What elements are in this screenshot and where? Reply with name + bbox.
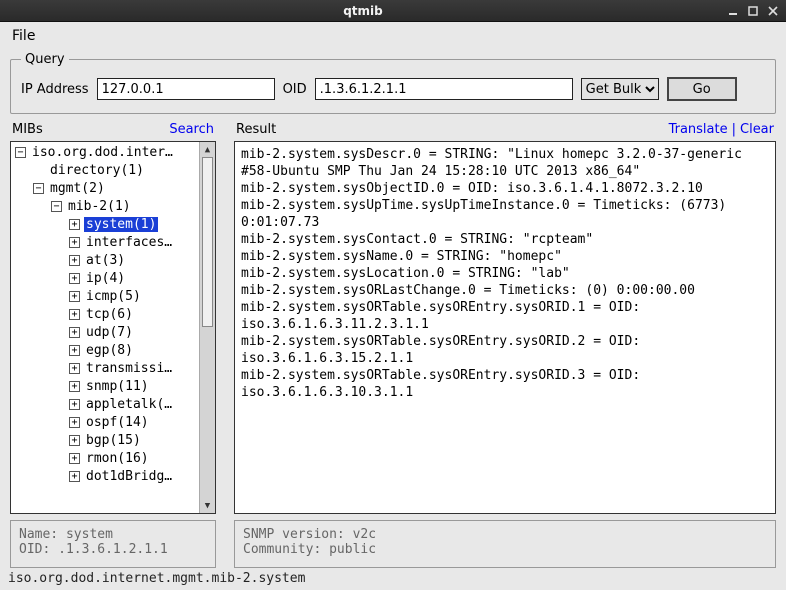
expander-icon[interactable]: + — [69, 363, 80, 374]
tree-node[interactable]: interfaces… — [84, 235, 174, 250]
tree-node[interactable]: bgp(15) — [84, 433, 143, 448]
titlebar: qtmib — [0, 0, 786, 22]
mibs-title: MIBs — [12, 122, 43, 137]
tree-node[interactable]: system(1) — [84, 217, 158, 232]
tree-node[interactable]: icmp(5) — [84, 289, 143, 304]
expander-icon[interactable]: + — [69, 435, 80, 446]
tree-node[interactable]: udp(7) — [84, 325, 135, 340]
expander-icon[interactable]: + — [69, 309, 80, 320]
scroll-down-icon[interactable]: ▼ — [200, 498, 215, 513]
minimize-button[interactable] — [726, 4, 740, 18]
expander-icon[interactable]: + — [69, 327, 80, 338]
expander-icon[interactable]: + — [69, 255, 80, 266]
clear-link[interactable]: Clear — [740, 122, 774, 137]
menubar: File — [0, 22, 786, 46]
expander-icon[interactable]: + — [69, 345, 80, 356]
expander-icon[interactable]: + — [69, 291, 80, 302]
oid-input[interactable] — [315, 78, 573, 100]
tree-node[interactable]: egp(8) — [84, 343, 135, 358]
expander-icon[interactable]: + — [69, 471, 80, 482]
method-select[interactable]: Get Bulk — [581, 78, 659, 100]
search-link[interactable]: Search — [169, 122, 214, 137]
ip-input[interactable] — [97, 78, 275, 100]
expander-icon[interactable]: + — [69, 237, 80, 248]
tree-node-root[interactable]: iso.org.dod.inter… — [30, 145, 175, 160]
node-info-box: Name: system OID: .1.3.6.1.2.1.1 — [10, 520, 216, 568]
result-pane: mib-2.system.sysDescr.0 = STRING: "Linux… — [234, 141, 776, 514]
expander-icon[interactable]: + — [69, 399, 80, 410]
tree-node[interactable]: directory(1) — [48, 163, 146, 178]
tree-node[interactable]: snmp(11) — [84, 379, 151, 394]
expander-icon[interactable]: − — [33, 183, 44, 194]
expander-icon[interactable]: + — [69, 273, 80, 284]
translate-link[interactable]: Translate — [669, 122, 728, 137]
maximize-button[interactable] — [746, 4, 760, 18]
tree-node[interactable]: ospf(14) — [84, 415, 151, 430]
scroll-up-icon[interactable]: ▲ — [200, 142, 215, 157]
expander-icon[interactable]: − — [15, 147, 26, 158]
go-button[interactable]: Go — [667, 77, 737, 101]
tree-node[interactable]: tcp(6) — [84, 307, 135, 322]
expander-icon[interactable]: − — [51, 201, 62, 212]
tree-node[interactable]: ip(4) — [84, 271, 127, 286]
window-title: qtmib — [6, 4, 720, 18]
result-title: Result — [236, 122, 276, 137]
tree-node[interactable]: dot1dBridg… — [84, 469, 174, 484]
query-legend: Query — [21, 52, 69, 67]
result-text[interactable]: mib-2.system.sysDescr.0 = STRING: "Linux… — [241, 146, 769, 509]
snmp-info-box: SNMP version: v2c Community: public — [234, 520, 776, 568]
tree-node[interactable]: mib-2(1) — [66, 199, 133, 214]
tree-node[interactable]: at(3) — [84, 253, 127, 268]
tree-node[interactable]: rmon(16) — [84, 451, 151, 466]
expander-icon[interactable]: + — [69, 219, 80, 230]
oid-label: OID — [283, 82, 307, 97]
expander-icon[interactable]: + — [69, 381, 80, 392]
tree-node[interactable]: transmissi… — [84, 361, 174, 376]
query-group: Query IP Address OID Get Bulk Go — [10, 52, 776, 114]
scroll-thumb[interactable] — [202, 157, 213, 327]
tree-scrollbar[interactable]: ▲ ▼ — [199, 142, 215, 513]
ip-label: IP Address — [21, 82, 89, 97]
mibs-tree[interactable]: −iso.org.dod.inter… directory(1) −mgmt(2… — [15, 144, 197, 511]
expander-icon[interactable]: + — [69, 417, 80, 428]
menu-file[interactable]: File — [8, 26, 39, 46]
expander-icon[interactable]: + — [69, 453, 80, 464]
tree-node[interactable]: appletalk(… — [84, 397, 174, 412]
close-button[interactable] — [766, 4, 780, 18]
statusbar: iso.org.dod.internet.mgmt.mib-2.system — [0, 568, 786, 590]
tree-node[interactable]: mgmt(2) — [48, 181, 107, 196]
mibs-tree-pane: −iso.org.dod.inter… directory(1) −mgmt(2… — [10, 141, 216, 514]
